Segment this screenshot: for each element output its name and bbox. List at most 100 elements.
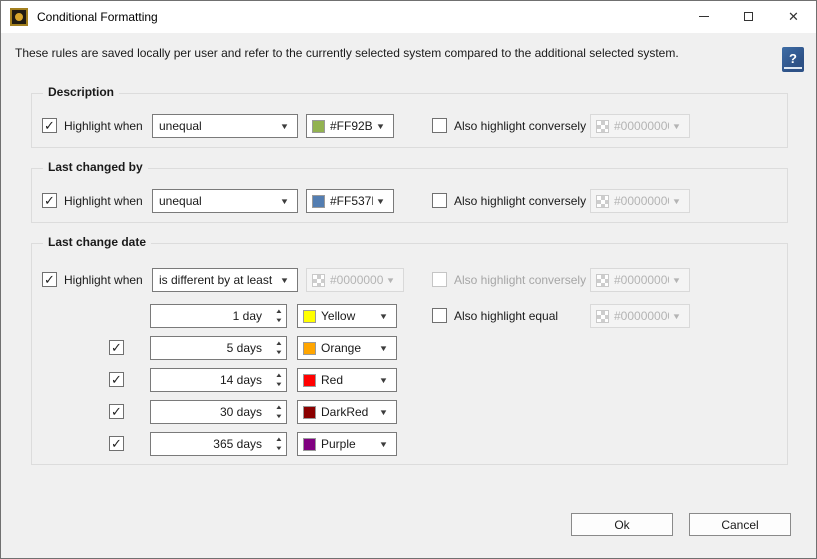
description-highlight-when-checkbox[interactable]: ✓ xyxy=(42,118,57,133)
lastchangedate-conversely-label: Also highlight conversely xyxy=(454,273,586,287)
ok-button-label: Ok xyxy=(614,518,629,532)
chevron-down-icon: ▼ xyxy=(667,197,691,206)
lastchangedate-condition-value: is different by at least xyxy=(153,273,277,287)
chevron-down-icon: ▼ xyxy=(374,408,398,417)
lastchangedate-condition-dropdown[interactable]: is different by at least ▼ xyxy=(152,268,298,292)
window-controls: ✕ xyxy=(681,1,816,32)
app-logo-ring xyxy=(15,13,23,21)
lastchangedby-color-dropdown[interactable]: #FF537DB1 ▼ xyxy=(306,189,394,213)
color-swatch xyxy=(303,342,316,355)
color-dropdown-yellow[interactable]: Yellow ▼ xyxy=(297,304,397,328)
color-value: Yellow xyxy=(316,309,376,323)
days-spinner-365days[interactable]: 365 days ▲ ▼ xyxy=(150,432,287,456)
spinner-buttons[interactable]: ▲ ▼ xyxy=(276,405,282,420)
lastchangedate-conversely-color-value: #00000000 xyxy=(609,273,669,287)
lastchangedby-highlight-when-label: Highlight when xyxy=(64,194,143,208)
days-spinner-5days[interactable]: 5 days ▲ ▼ xyxy=(150,336,287,360)
group-last-change-date-title: Last change date xyxy=(43,235,151,249)
lastchangedate-highlight-when-checkbox[interactable]: ✓ xyxy=(42,272,57,287)
chevron-down-icon: ▼ xyxy=(667,122,691,131)
spin-up-icon: ▲ xyxy=(275,341,283,347)
description-highlight-when-label: Highlight when xyxy=(64,119,143,133)
lastchangedby-conversely-label: Also highlight conversely xyxy=(454,194,586,208)
conditional-formatting-dialog: Conditional Formatting ✕ These rules are… xyxy=(0,0,817,559)
lastchangedate-conversely-checkbox xyxy=(432,272,447,287)
lastchangedate-conversely-color-dropdown: #00000000 ▼ xyxy=(590,268,690,292)
description-color-value: #FF92B250 xyxy=(325,119,373,133)
also-highlight-equal-label: Also highlight equal xyxy=(454,309,558,323)
spinner-buttons[interactable]: ▲ ▼ xyxy=(276,373,282,388)
color-value: Orange xyxy=(316,341,376,355)
minimize-button[interactable] xyxy=(681,1,726,32)
chevron-down-icon: ▼ xyxy=(374,440,398,449)
also-highlight-equal-checkbox[interactable] xyxy=(432,308,447,323)
close-button[interactable]: ✕ xyxy=(771,1,816,32)
transparent-swatch xyxy=(312,274,325,287)
transparent-swatch xyxy=(596,274,609,287)
check-icon: ✓ xyxy=(111,437,122,450)
equal-color-value: #00000000 xyxy=(609,309,669,323)
transparent-swatch xyxy=(596,120,609,133)
transparent-swatch xyxy=(596,195,609,208)
spin-down-icon: ▼ xyxy=(275,414,283,420)
color-value: Red xyxy=(316,373,376,387)
threshold-checkbox-365days[interactable]: ✓ xyxy=(109,436,124,451)
lastchangedby-condition-value: unequal xyxy=(153,194,277,208)
description-color-dropdown[interactable]: #FF92B250 ▼ xyxy=(306,114,394,138)
chevron-down-icon: ▼ xyxy=(371,122,395,131)
chevron-down-icon: ▼ xyxy=(667,312,691,321)
description-conversely-checkbox[interactable] xyxy=(432,118,447,133)
chevron-down-icon: ▼ xyxy=(667,276,691,285)
ok-button[interactable]: Ok xyxy=(571,513,673,536)
threshold-checkbox-30days[interactable]: ✓ xyxy=(109,404,124,419)
spin-down-icon: ▼ xyxy=(275,446,283,452)
help-button[interactable]: ? xyxy=(782,47,804,72)
description-conversely-color-value: #00000000 xyxy=(609,119,669,133)
color-swatch xyxy=(303,374,316,387)
color-dropdown-red[interactable]: Red ▼ xyxy=(297,368,397,392)
check-icon: ✓ xyxy=(111,341,122,354)
lastchangedby-condition-dropdown[interactable]: unequal ▼ xyxy=(152,189,298,213)
spinner-buttons[interactable]: ▲ ▼ xyxy=(276,437,282,452)
chevron-down-icon: ▼ xyxy=(381,276,405,285)
spinner-buttons[interactable]: ▲ ▼ xyxy=(276,309,282,324)
maximize-button[interactable] xyxy=(726,1,771,32)
check-icon: ✓ xyxy=(111,405,122,418)
days-spinner-14days[interactable]: 14 days ▲ ▼ xyxy=(150,368,287,392)
threshold-checkbox-5days[interactable]: ✓ xyxy=(109,340,124,355)
close-icon: ✕ xyxy=(788,10,799,23)
app-icon xyxy=(10,8,28,26)
spin-up-icon: ▲ xyxy=(275,373,283,379)
check-icon: ✓ xyxy=(44,119,55,132)
group-last-change-date: Last change date ✓ Highlight when is dif… xyxy=(31,243,788,465)
group-description: Description ✓ Highlight when unequal ▼ #… xyxy=(31,93,788,148)
color-dropdown-purple[interactable]: Purple ▼ xyxy=(297,432,397,456)
lastchangedby-highlight-when-checkbox[interactable]: ✓ xyxy=(42,193,57,208)
chevron-down-icon: ▼ xyxy=(371,197,395,206)
lastchangedby-conversely-color-value: #00000000 xyxy=(609,194,669,208)
threshold-checkbox-14days[interactable]: ✓ xyxy=(109,372,124,387)
days-spinner-30days[interactable]: 30 days ▲ ▼ xyxy=(150,400,287,424)
spinner-value: 1 day xyxy=(151,309,286,323)
chevron-down-icon: ▼ xyxy=(275,122,299,131)
color-swatch xyxy=(303,406,316,419)
lastchangedby-conversely-color-dropdown: #00000000 ▼ xyxy=(590,189,690,213)
days-spinner-1day[interactable]: 1 day ▲ ▼ xyxy=(150,304,287,328)
color-dropdown-darkred[interactable]: DarkRed ▼ xyxy=(297,400,397,424)
cancel-button[interactable]: Cancel xyxy=(689,513,791,536)
title-bar: Conditional Formatting ✕ xyxy=(1,1,816,33)
color-value: Purple xyxy=(316,437,376,451)
lastchangedby-color-value: #FF537DB1 xyxy=(325,194,373,208)
minimize-icon xyxy=(699,16,709,17)
color-dropdown-orange[interactable]: Orange ▼ xyxy=(297,336,397,360)
spin-up-icon: ▲ xyxy=(275,437,283,443)
intro-text: These rules are saved locally per user a… xyxy=(15,46,765,60)
maximize-icon xyxy=(744,12,753,21)
spinner-value: 365 days xyxy=(151,437,286,451)
spinner-value: 14 days xyxy=(151,373,286,387)
description-condition-dropdown[interactable]: unequal ▼ xyxy=(152,114,298,138)
group-last-changed-by: Last changed by ✓ Highlight when unequal… xyxy=(31,168,788,223)
spinner-buttons[interactable]: ▲ ▼ xyxy=(276,341,282,356)
lastchangedby-conversely-checkbox[interactable] xyxy=(432,193,447,208)
color-swatch xyxy=(303,310,316,323)
